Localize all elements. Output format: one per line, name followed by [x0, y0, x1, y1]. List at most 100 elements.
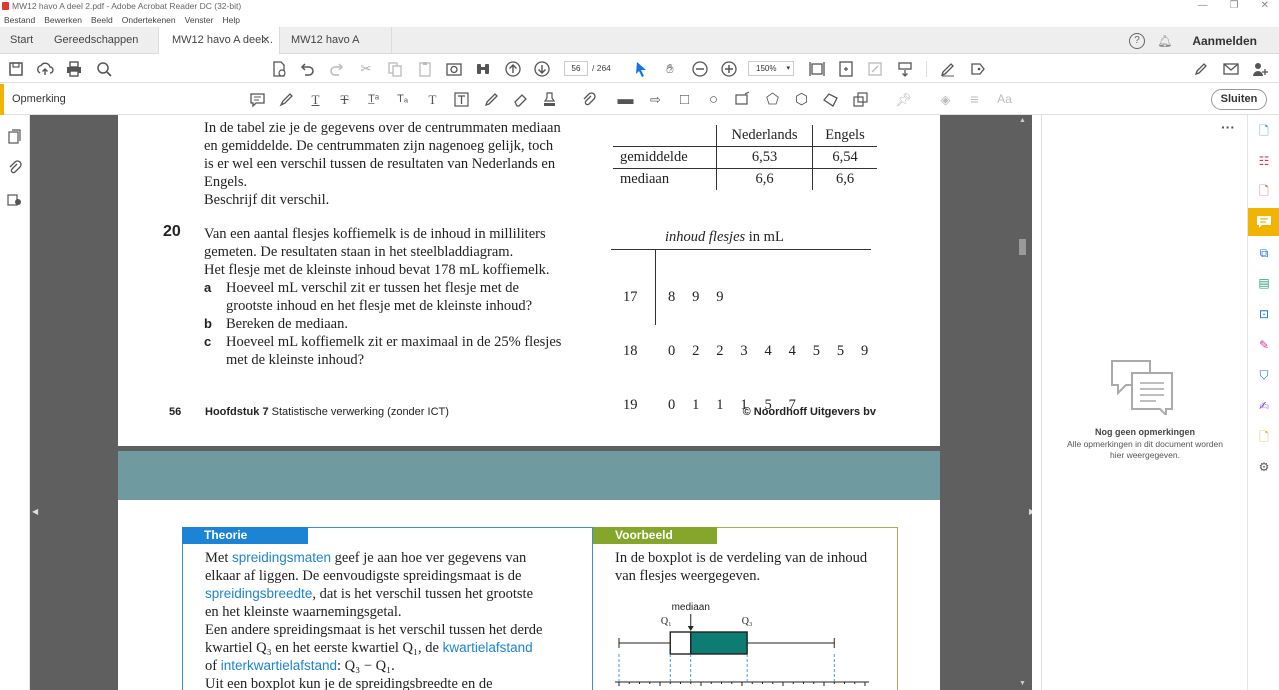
page-number-input[interactable]: 56	[564, 61, 588, 76]
tab-start[interactable]: Start	[10, 27, 33, 54]
create-pdf-tool-icon[interactable]: 🗋︎	[1256, 123, 1272, 139]
stamp-tag-icon[interactable]	[969, 60, 987, 78]
fill-color-icon[interactable]: ◈	[937, 91, 954, 108]
share-user-icon[interactable]	[1251, 60, 1269, 78]
binoculars-icon[interactable]	[474, 60, 492, 78]
send-for-review-tool-icon[interactable]: 🗋︎	[1256, 429, 1272, 445]
scroll-up-arrow-icon[interactable]: ▲	[1019, 117, 1026, 124]
strikethrough-text-icon[interactable]: T	[336, 91, 353, 108]
sticky-note-icon[interactable]	[249, 91, 266, 108]
export-pdf-tool-icon[interactable]: 🗋︎	[1256, 183, 1272, 199]
replace-text-icon[interactable]: T̲ᵃ	[365, 91, 382, 108]
zoom-in-icon[interactable]	[720, 60, 738, 78]
menu-help[interactable]: Help	[222, 13, 239, 27]
combine-files-tool-icon[interactable]: ⧉	[1256, 245, 1272, 261]
zoom-out-icon[interactable]	[691, 60, 709, 78]
minimize-button[interactable]: —	[1198, 0, 1208, 12]
request-signature-tool-icon[interactable]: ✍︎	[1256, 398, 1272, 414]
polyline-tool-icon[interactable]	[822, 91, 839, 108]
text-callout-icon[interactable]	[734, 91, 751, 108]
collapse-right-arrow-icon[interactable]: ▶	[1029, 507, 1032, 527]
text-box-icon[interactable]	[453, 91, 470, 108]
export-excel-tool-icon[interactable]: ▤	[1256, 275, 1272, 291]
eraser-icon[interactable]	[512, 91, 529, 108]
arrow-tool-icon[interactable]: ⇨	[647, 91, 664, 108]
stem-leaf-divider	[655, 249, 656, 325]
paste-icon[interactable]	[416, 60, 434, 78]
menu-bewerken[interactable]: Bewerken	[44, 13, 82, 27]
menu-ondertekenen[interactable]: Ondertekenen	[122, 13, 176, 27]
line-weight-icon[interactable]: ≡	[966, 91, 983, 108]
document-viewport[interactable]: ◀ In de tabel zie je de gegevens over de…	[30, 115, 1032, 690]
pin-icon[interactable]: 📌︎	[895, 91, 912, 108]
redo-icon[interactable]	[328, 60, 346, 78]
hand-tool-icon[interactable]: ✋︎	[661, 60, 679, 78]
pencil-icon[interactable]	[483, 91, 500, 108]
full-screen-icon[interactable]	[866, 60, 884, 78]
scroll-mode-icon[interactable]	[896, 60, 914, 78]
find-zoom-icon[interactable]	[95, 60, 113, 78]
snapshot-camera-icon[interactable]	[445, 60, 463, 78]
copy-icon[interactable]	[386, 60, 404, 78]
fit-width-icon[interactable]	[808, 60, 826, 78]
more-tools-icon[interactable]: ⚙︎	[1256, 459, 1272, 475]
polygon-tool-icon[interactable]: ⬠	[764, 91, 781, 108]
comment-tool-active[interactable]	[1248, 208, 1279, 236]
zoom-select[interactable]: 150% ▾	[748, 61, 794, 76]
menu-venster[interactable]: Venster	[185, 13, 214, 27]
tab-document-active[interactable]: MW12 havo A deel... ✕	[158, 27, 280, 55]
protect-shield-tool-icon[interactable]: ⛉	[1256, 367, 1272, 383]
cut-icon[interactable]: ✂	[357, 60, 375, 78]
oval-tool-icon[interactable]: ○	[705, 91, 722, 108]
attach-file-icon[interactable]	[580, 91, 597, 108]
close-tab-icon[interactable]: ✕	[262, 27, 270, 54]
underline-text-icon[interactable]: T	[307, 91, 324, 108]
print-icon[interactable]	[65, 60, 83, 78]
page-thumbnails-icon[interactable]	[6, 128, 23, 145]
fill-sign-tool-icon[interactable]: ✎	[1256, 337, 1272, 353]
cloud-tool-icon[interactable]: ⬡	[793, 91, 810, 108]
maximize-button[interactable]: ❐	[1230, 0, 1239, 12]
signature-panel-icon[interactable]	[6, 191, 23, 208]
close-comment-button[interactable]: Sluiten	[1211, 89, 1267, 110]
help-icon[interactable]: ?	[1129, 32, 1146, 49]
email-icon[interactable]	[1222, 60, 1240, 78]
part-letter: a	[204, 280, 212, 295]
insert-text-icon[interactable]: Tₐ	[394, 91, 411, 108]
menu-beeld[interactable]: Beeld	[91, 13, 113, 27]
tab-tools[interactable]: Gereedschappen	[54, 27, 138, 54]
keyword-link: spreidingsmaten	[231, 550, 332, 565]
organize-pages-tool-icon[interactable]: ☷	[1256, 153, 1272, 169]
menu-bestand[interactable]: Bestand	[4, 13, 35, 27]
select-cursor-icon[interactable]	[632, 60, 650, 78]
fill-sign-pen-icon[interactable]	[939, 60, 957, 78]
sign-in-button[interactable]: Aanmelden	[1192, 34, 1257, 48]
stamp-icon[interactable]	[541, 91, 558, 108]
page-up-icon[interactable]	[504, 60, 522, 78]
attachments-paperclip-icon[interactable]	[6, 159, 23, 176]
collapse-left-arrow-icon[interactable]: ◀	[32, 507, 40, 527]
table-cell: gemiddelde	[620, 149, 688, 165]
vertical-scrollbar[interactable]: ▲ ▼	[1016, 115, 1029, 690]
line-tool-icon[interactable]: ▬	[617, 91, 634, 108]
pdf-page-56: In de tabel zie je de gegevens over de c…	[118, 115, 940, 467]
scan-ocr-tool-icon[interactable]: ⊡	[1256, 306, 1272, 322]
highlight-pen-icon[interactable]	[278, 91, 295, 108]
scrollbar-thumb[interactable]	[1019, 239, 1026, 255]
shapes-tool-icon[interactable]	[852, 91, 869, 108]
scroll-down-arrow-icon[interactable]: ▼	[1019, 680, 1026, 687]
more-options-icon[interactable]: ···	[1221, 119, 1235, 135]
save-icon[interactable]	[7, 60, 25, 78]
link-sign-icon[interactable]	[1192, 60, 1210, 78]
upload-cloud-icon[interactable]	[36, 60, 54, 78]
create-pdf-icon[interactable]	[270, 60, 288, 78]
undo-icon[interactable]	[298, 60, 316, 78]
text-properties-icon[interactable]: Aa	[996, 91, 1013, 108]
fit-page-icon[interactable]	[837, 60, 855, 78]
notification-bell-icon[interactable]: 🔔︎	[1157, 34, 1172, 48]
page-down-icon[interactable]	[533, 60, 551, 78]
add-text-icon[interactable]: T	[424, 91, 441, 108]
close-window-button[interactable]: ✕	[1261, 0, 1269, 12]
rectangle-tool-icon[interactable]: □	[676, 91, 693, 108]
tab-document-2[interactable]: MW12 havo A deel...	[280, 27, 392, 73]
